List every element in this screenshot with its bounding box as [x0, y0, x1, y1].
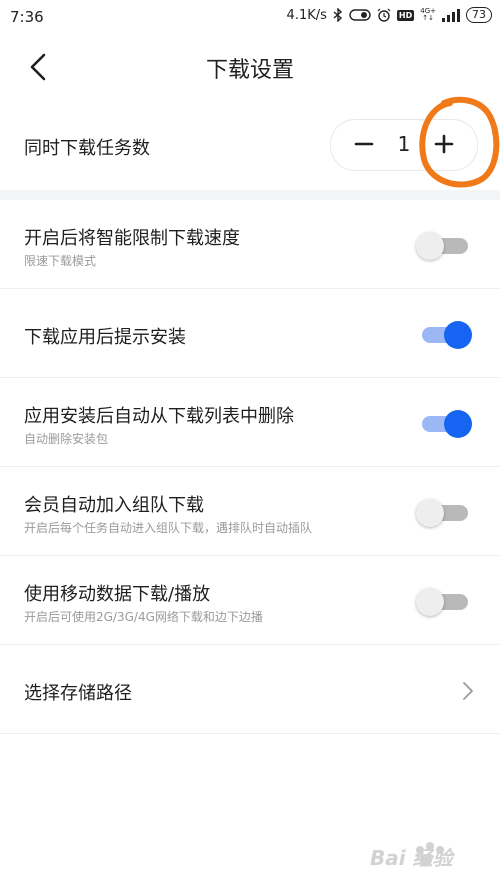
decrement-button[interactable]: [349, 129, 379, 159]
auto-delete-toggle[interactable]: [416, 408, 472, 438]
setting-title: 会员自动加入组队下载: [24, 495, 204, 516]
setting-row-auto-delete: 应用安装后自动从下载列表中删除 自动删除安装包: [0, 378, 500, 467]
section-divider: [0, 190, 500, 200]
minus-icon: [354, 142, 374, 146]
setting-row-install-prompt: 下载应用后提示安装: [0, 289, 500, 378]
setting-row-team-download: 会员自动加入组队下载 开启后每个任务自动进入组队下载，遇排队时自动插队: [0, 467, 500, 556]
network-speed: 4.1K/s: [286, 7, 327, 23]
status-bar: 7:36 4.1K/s HD 4G+ ↑↓ 73: [0, 0, 500, 34]
mobile-data-toggle[interactable]: [416, 586, 472, 616]
setting-title: 应用安装后自动从下载列表中删除: [24, 406, 294, 427]
chevron-right-icon: [463, 682, 473, 700]
storage-path-label: 选择存储路径: [24, 683, 132, 704]
speed-limit-toggle[interactable]: [416, 230, 472, 260]
plus-icon: [434, 134, 454, 154]
baidu-watermark: Bai 经验: [350, 830, 500, 885]
setting-subtitle: 限速下载模式: [24, 254, 97, 268]
battery-icon: 73: [466, 7, 492, 23]
network-type-icon: 4G+ ↑↓: [420, 8, 436, 22]
setting-subtitle: 自动删除安装包: [24, 432, 109, 446]
storage-path-row[interactable]: 选择存储路径: [0, 645, 500, 734]
signal-icon: [442, 8, 460, 22]
team-download-toggle[interactable]: [416, 497, 472, 527]
watermark-text: Bai 经验: [370, 846, 453, 870]
toggle-status-icon: [349, 9, 371, 21]
setting-row-mobile-data: 使用移动数据下载/播放 开启后可使用2G/3G/4G网络下载和边下边播: [0, 556, 500, 645]
status-time: 7:36: [10, 8, 44, 26]
bluetooth-icon: [333, 8, 343, 22]
setting-title: 开启后将智能限制下载速度: [24, 228, 240, 249]
setting-subtitle: 开启后每个任务自动进入组队下载，遇排队时自动插队: [24, 521, 313, 535]
page-title: 下载设置: [205, 58, 294, 83]
network-activity-arrows: ↑↓: [422, 14, 434, 22]
quantity-stepper[interactable]: 1: [330, 119, 478, 171]
status-icons: 4.1K/s HD 4G+ ↑↓ 73: [287, 7, 492, 23]
concurrent-downloads-row: 同时下载任务数 1: [0, 100, 500, 190]
app-header: 下载设置: [0, 34, 500, 100]
setting-title: 使用移动数据下载/播放: [24, 584, 211, 605]
setting-subtitle: 开启后可使用2G/3G/4G网络下载和边下边播: [24, 610, 263, 624]
setting-title: 下载应用后提示安装: [24, 327, 186, 348]
increment-button[interactable]: [429, 129, 459, 159]
alarm-icon: [377, 8, 391, 22]
hd-voice-icon: HD: [396, 9, 415, 21]
setting-row-speed-limit: 开启后将智能限制下载速度 限速下载模式: [0, 200, 500, 289]
concurrent-downloads-label: 同时下载任务数: [24, 138, 150, 159]
install-prompt-toggle[interactable]: [416, 319, 472, 349]
stepper-value: 1: [397, 132, 411, 156]
